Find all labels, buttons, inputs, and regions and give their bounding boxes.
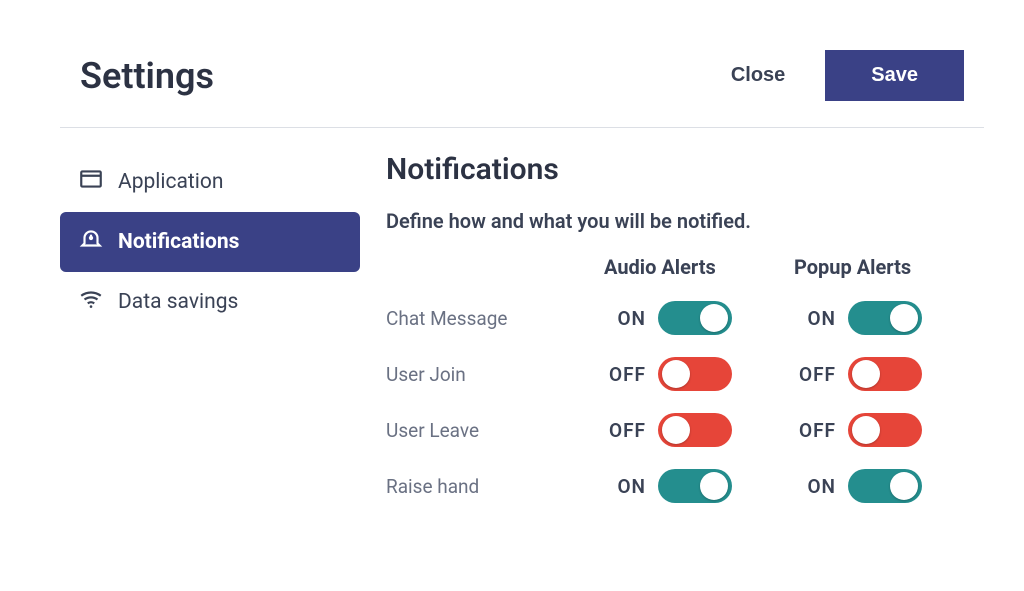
toggle-knob [852,416,880,444]
row-label-chat-message: Chat Message [386,307,604,330]
toggle-join-popup[interactable] [848,357,922,391]
content: Notifications Define how and what you wi… [360,152,984,503]
section-desc: Define how and what you will be notified… [386,209,984,233]
toggle-raise-audio[interactable] [658,469,732,503]
toggle-knob [890,304,918,332]
toggle-join-audio[interactable] [658,357,732,391]
wifi-icon [78,286,104,318]
header: Settings Close Save [60,30,984,127]
sidebar-item-data-savings[interactable]: Data savings [60,272,360,332]
settings-page: Settings Close Save Application Notifica… [0,0,1024,591]
state-label: OFF [794,363,836,386]
cell-raise-popup: ON [794,469,984,503]
state-label: ON [794,307,836,330]
sidebar-item-label: Notifications [118,230,239,254]
toggle-leave-audio[interactable] [658,413,732,447]
row-label-raise-hand: Raise hand [386,475,604,498]
cell-raise-audio: ON [604,469,794,503]
toggle-raise-popup[interactable] [848,469,922,503]
bell-icon [78,226,104,258]
close-button[interactable]: Close [731,64,785,87]
state-label: OFF [794,419,836,442]
cell-chat-popup: ON [794,301,984,335]
toggle-knob [890,472,918,500]
page-title: Settings [80,55,214,97]
state-label: ON [604,307,646,330]
cell-chat-audio: ON [604,301,794,335]
sidebar-item-label: Application [118,170,223,194]
state-label: ON [794,475,836,498]
toggle-chat-popup[interactable] [848,301,922,335]
header-actions: Close Save [731,50,964,101]
toggle-leave-popup[interactable] [848,413,922,447]
toggle-chat-audio[interactable] [658,301,732,335]
toggle-knob [662,416,690,444]
column-header-audio: Audio Alerts [604,255,794,279]
cell-join-popup: OFF [794,357,984,391]
toggle-knob [662,360,690,388]
row-label-user-join: User Join [386,363,604,386]
cell-leave-popup: OFF [794,413,984,447]
application-icon [78,166,104,198]
state-label: ON [604,475,646,498]
column-header-popup: Popup Alerts [794,255,984,279]
toggle-knob [700,304,728,332]
body: Application Notifications Data savings N… [60,128,984,503]
row-label-user-leave: User Leave [386,419,604,442]
save-button[interactable]: Save [825,50,964,101]
toggle-knob [852,360,880,388]
cell-leave-audio: OFF [604,413,794,447]
sidebar-item-notifications[interactable]: Notifications [60,212,360,272]
state-label: OFF [604,363,646,386]
sidebar-item-application[interactable]: Application [60,152,360,212]
section-title: Notifications [386,152,984,187]
sidebar: Application Notifications Data savings [60,152,360,503]
sidebar-item-label: Data savings [118,290,238,314]
cell-join-audio: OFF [604,357,794,391]
toggle-grid: Audio Alerts Popup Alerts Chat Message O… [386,255,984,503]
toggle-knob [700,472,728,500]
state-label: OFF [604,419,646,442]
